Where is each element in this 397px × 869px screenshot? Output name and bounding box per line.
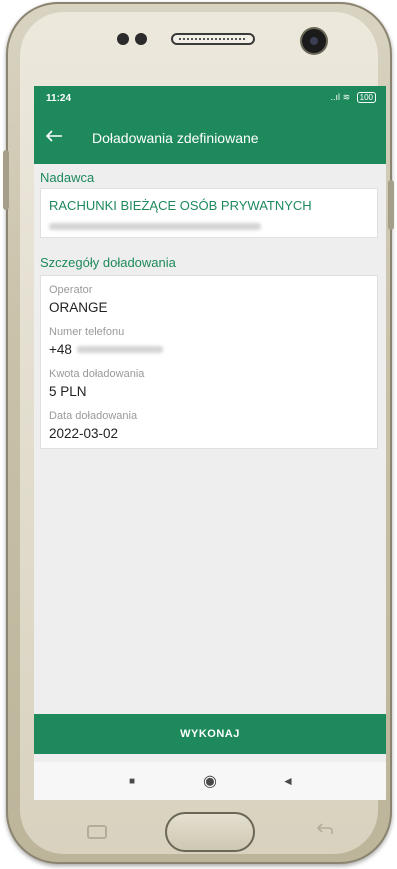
back-icon[interactable]: ◄ — [278, 771, 298, 791]
sensor-dot — [135, 33, 147, 45]
sensor-dot — [117, 33, 129, 45]
phone-label: Numer telefonu — [49, 326, 125, 338]
hardware-back-icon[interactable] — [316, 822, 334, 841]
sender-section-label: Nadawca — [40, 170, 95, 185]
status-bar: 11:24 ..ıl ≋ 100 — [34, 86, 386, 112]
page-title: Doładowania zdefiniowane — [92, 130, 259, 146]
account-name: RACHUNKI BIEŻĄCE OSÓB PRYWATNYCH — [49, 198, 312, 213]
signal-icon: ..ıl — [330, 92, 341, 102]
home-icon[interactable]: ◉ — [200, 771, 220, 791]
execute-button[interactable]: WYKONAJ — [34, 714, 386, 754]
arrow-left-icon[interactable] — [44, 126, 64, 150]
date-value: 2022-03-02 — [49, 426, 119, 441]
status-icons: ..ıl ≋ 100 — [331, 92, 376, 103]
details-card: Operator ORANGE Numer telefonu +48 Kwota… — [40, 275, 378, 449]
amount-label: Kwota doładowania — [49, 368, 145, 380]
system-nav-bar: ■ ◉ ◄ — [34, 762, 386, 800]
amount-value: 5 PLN — [49, 384, 87, 399]
wifi-icon: ≋ — [342, 92, 351, 102]
sender-account-card[interactable]: RACHUNKI BIEŻĄCE OSÓB PRYWATNYCH — [40, 188, 378, 238]
volume-button — [3, 150, 9, 210]
recents-icon[interactable]: ■ — [122, 771, 142, 791]
account-number-blurred — [49, 223, 261, 230]
front-camera — [302, 29, 326, 53]
power-button — [388, 180, 394, 230]
date-label: Data doładowania — [49, 410, 138, 422]
details-section-label: Szczegóły doładowania — [40, 255, 176, 270]
hardware-recents-icon[interactable] — [87, 825, 107, 839]
operator-value: ORANGE — [49, 300, 108, 315]
hardware-home-button[interactable] — [165, 812, 255, 852]
earpiece-speaker — [171, 33, 255, 45]
status-time: 11:24 — [46, 93, 72, 104]
phone-prefix: +48 — [49, 342, 72, 357]
phone-number-blurred — [77, 346, 163, 353]
app-bar: Doładowania zdefiniowane — [34, 112, 386, 164]
battery-icon: 100 — [356, 92, 376, 103]
phone-screen: 11:24 ..ıl ≋ 100 Doładowania zdefiniowan… — [34, 86, 386, 800]
operator-label: Operator — [49, 284, 93, 296]
